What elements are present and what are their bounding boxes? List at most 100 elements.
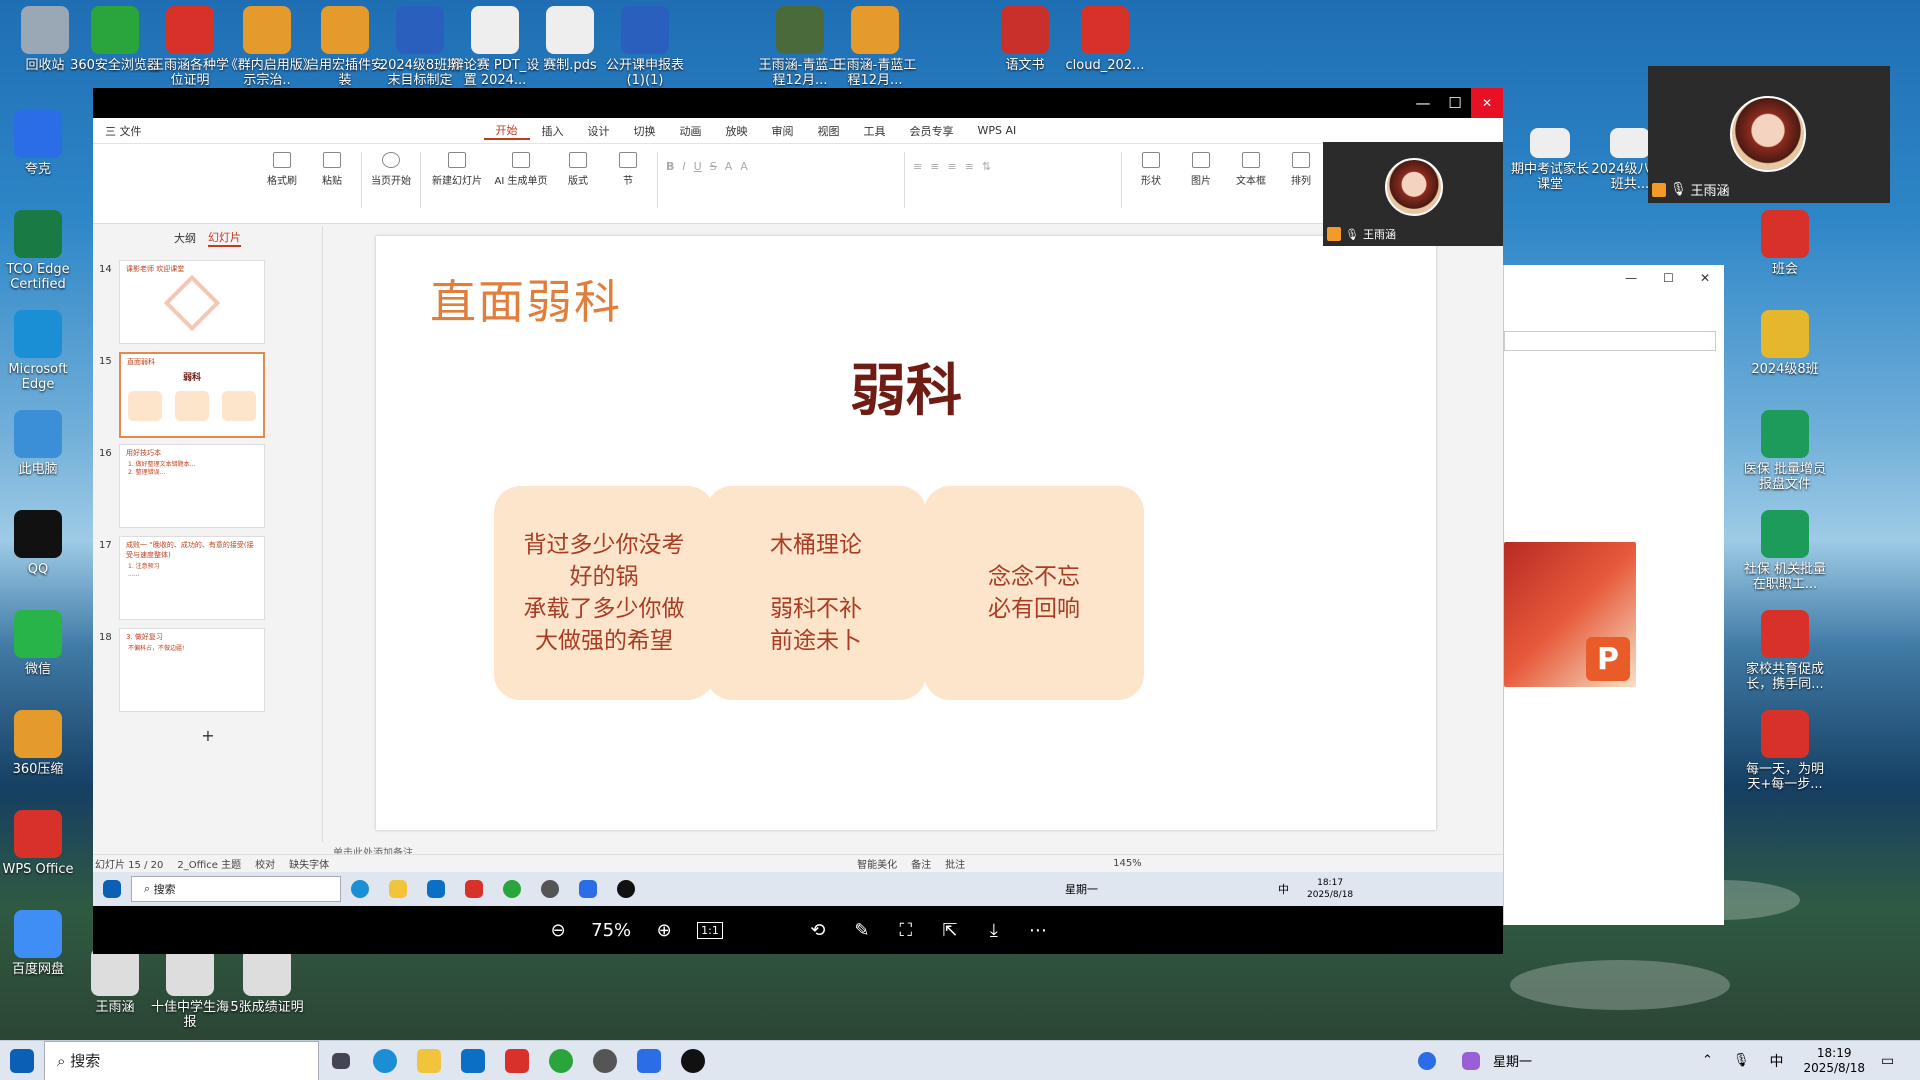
share-icon[interactable]: ⇱ [939, 920, 961, 941]
desktop-icon[interactable]: 夸克 [0, 110, 83, 177]
tab-wps-ai[interactable]: WPS AI [966, 124, 1029, 137]
desktop-icon[interactable]: WPS Office [0, 810, 83, 877]
slide-thumbnail[interactable]: 课影老师 欢迎课堂 [119, 260, 265, 344]
file-explorer-window[interactable]: — ☐ ✕ P [1503, 265, 1724, 925]
video-tile-floating[interactable]: 🎙 王雨涵 [1648, 66, 1890, 203]
tab-outline[interactable]: 大纲 [174, 230, 196, 246]
clock[interactable]: 18:19 2025/8/18 [1803, 1046, 1865, 1076]
minimize-icon[interactable]: — [1407, 94, 1439, 112]
browser-icon[interactable] [539, 1041, 583, 1080]
tab-view[interactable]: 视图 [806, 123, 852, 139]
photos-icon[interactable] [627, 1041, 671, 1080]
desktop-icon[interactable]: 5张成绩证明 [222, 948, 312, 1015]
theme-name[interactable]: 2_Office 主题 [177, 856, 241, 871]
outlook-icon[interactable] [451, 1041, 495, 1080]
chevron-up-icon[interactable]: ⌃ [1702, 1053, 1713, 1068]
explorer-search-field[interactable] [1504, 331, 1716, 351]
section-button[interactable]: 节 [607, 152, 649, 187]
desktop-icon[interactable]: 班会 [1740, 210, 1830, 277]
tab-tools[interactable]: 工具 [852, 123, 898, 139]
tab-slideshow[interactable]: 放映 [714, 123, 760, 139]
tab-slides[interactable]: 幻灯片 [208, 229, 241, 247]
close-icon[interactable]: ✕ [1471, 88, 1503, 118]
desktop-icon[interactable]: QQ [0, 510, 83, 577]
wps-icon[interactable] [495, 1041, 539, 1080]
notes-button[interactable]: 备注 [911, 856, 931, 871]
desktop-icon[interactable]: 公开课申报表(1)(1) [600, 6, 690, 88]
close-icon[interactable]: ✕ [1700, 271, 1710, 285]
paste-button[interactable]: 粘贴 [311, 152, 353, 187]
beautify-button[interactable]: 智能美化 [857, 856, 897, 871]
desktop-icon[interactable]: 王雨涵-青蓝工程12月... [830, 6, 920, 88]
desktop-icon[interactable]: 家校共育促成长，携手同... [1740, 610, 1830, 692]
ai-page-button[interactable]: AI 生成单页 [493, 152, 549, 187]
missing-font-button[interactable]: 缺失字体 [289, 856, 329, 871]
desktop-icon[interactable]: 微信 [0, 610, 83, 677]
arrange-button[interactable]: 排列 [1280, 152, 1322, 187]
maximize-icon[interactable]: ☐ [1439, 94, 1471, 112]
desktop-icon[interactable]: 此电脑 [0, 410, 83, 477]
settings-icon[interactable] [583, 1041, 627, 1080]
desktop-icon[interactable]: 社保 机关批量在职职工... [1740, 510, 1830, 592]
comment-button[interactable]: 批注 [945, 856, 965, 871]
mic-icon[interactable]: 🎙 [1733, 1053, 1750, 1068]
shape-button[interactable]: 形状 [1130, 152, 1172, 187]
start-from-current-button[interactable]: 当页开始 [370, 152, 412, 187]
file-menu[interactable]: 三 文件 [93, 123, 154, 139]
zoom-out-icon[interactable]: ⊖ [547, 920, 569, 941]
zoom-level[interactable]: 145% [1113, 858, 1142, 869]
more-icon[interactable]: ⋯ [1027, 920, 1049, 941]
tab-design[interactable]: 设计 [576, 123, 622, 139]
desktop-icon[interactable]: 期中考试家长课堂 [1510, 128, 1590, 192]
tab-animation[interactable]: 动画 [668, 123, 714, 139]
desktop-icon[interactable]: TCO Edge Certified [0, 210, 83, 292]
tab-member[interactable]: 会员专享 [898, 123, 966, 139]
card-line: 背过多少你没考 [523, 532, 685, 558]
task-view-icon[interactable] [319, 1041, 363, 1080]
slide-thumbnail[interactable]: 3. 做好复习 不偏科占，不做边疆! [119, 628, 265, 712]
desktop-icon[interactable]: 2024级8班 [1740, 310, 1830, 377]
taskbar-search-box[interactable]: ⌕ 搜索 [44, 1040, 319, 1080]
format-painter-button[interactable]: 格式刷 [261, 152, 303, 187]
folder-icon[interactable] [407, 1041, 451, 1080]
new-slide-button[interactable]: 新建幻灯片 [429, 152, 485, 187]
desktop-icon[interactable]: 医保 批量增员报盘文件 [1740, 410, 1830, 492]
rotate-icon[interactable]: ⟲ [807, 920, 829, 941]
picture-button[interactable]: 图片 [1180, 152, 1222, 187]
windows-start-icon[interactable] [0, 1041, 44, 1080]
zoom-in-icon[interactable]: ⊕ [653, 920, 675, 941]
ime-indicator[interactable]: 中 [1769, 1051, 1783, 1071]
image-viewer-window[interactable]: — ☐ ✕ 三 文件 开始 插入 设计 切换 动画 放映 审阅 视图 工具 会员… [93, 88, 1503, 954]
desktop-icon[interactable]: cloud_202... [1060, 6, 1150, 73]
actual-size-button[interactable]: 1:1 [697, 921, 723, 939]
tab-transition[interactable]: 切换 [622, 123, 668, 139]
edge-icon[interactable] [363, 1041, 407, 1080]
textbox-button[interactable]: 文本框 [1230, 152, 1272, 187]
slide-thumbnail[interactable]: 用好技巧本 1. 做好整理文本错题本... 2. 整理错误... [119, 444, 265, 528]
file-icon [243, 6, 291, 54]
maximize-icon[interactable]: ☐ [1663, 271, 1674, 285]
desktop-icon[interactable]: 360压缩 [0, 710, 83, 777]
qq-icon[interactable] [671, 1041, 715, 1080]
download-icon[interactable]: ⤓ [983, 920, 1005, 941]
help-icon[interactable] [1405, 1041, 1449, 1080]
poster-thumbnail[interactable]: P [1504, 542, 1636, 687]
notification-icon[interactable]: ▭ [1881, 1053, 1894, 1069]
viewer-titlebar: — ☐ ✕ [93, 88, 1503, 118]
ocr-icon[interactable]: ⛶ [895, 920, 917, 941]
desktop-icon[interactable]: 每一天，为明天+每一步... [1740, 710, 1830, 792]
proofing-button[interactable]: 校对 [255, 856, 275, 871]
slide-thumbnail-selected[interactable]: 直面弱科 弱科 [119, 352, 265, 438]
slide-thumbnail[interactable]: 成败一 “晚收的、成功的、有意的接受(接受与速度整体) 1. 注意预习 ....… [119, 536, 265, 620]
calendar-icon[interactable] [1449, 1041, 1493, 1080]
tab-home[interactable]: 开始 [483, 122, 530, 140]
desktop-icon[interactable]: 《群内启用版》示宗治.. [222, 6, 312, 88]
add-slide-icon[interactable]: + [93, 726, 323, 745]
tab-insert[interactable]: 插入 [530, 123, 576, 139]
desktop-icon[interactable]: Microsoft Edge [0, 310, 83, 392]
minimize-icon[interactable]: — [1625, 271, 1637, 285]
desktop-icon[interactable]: 语文书 [980, 6, 1070, 73]
layout-button[interactable]: 版式 [557, 152, 599, 187]
tab-review[interactable]: 审阅 [760, 123, 806, 139]
edit-icon[interactable]: ✎ [851, 920, 873, 941]
